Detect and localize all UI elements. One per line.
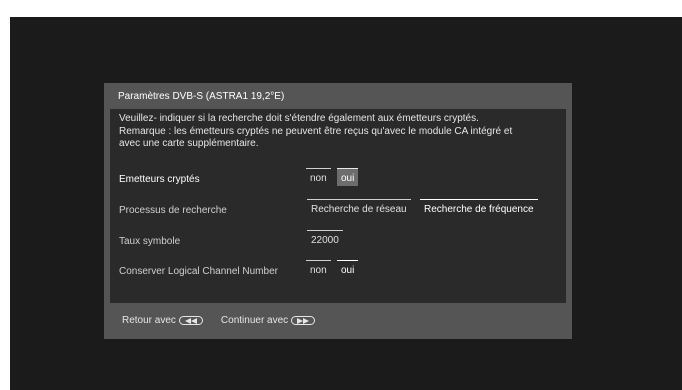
lcn-option-non[interactable]: non <box>306 260 331 278</box>
note-line: avec une carte supplémentaire. <box>119 138 259 149</box>
symbol-rate-label: Taux symbole <box>119 236 181 247</box>
symbol-rate-field[interactable]: 22000 <box>307 230 343 248</box>
lcn-option-oui[interactable]: oui <box>337 260 359 278</box>
lcn-label: Conserver Logical Channel Number <box>119 266 278 277</box>
search-process-label: Processus de recherche <box>119 205 227 216</box>
search-option-frequency[interactable]: Recherche de fréquence <box>420 199 538 217</box>
search-option-network[interactable]: Recherche de réseau <box>307 199 411 217</box>
encrypted-option-non[interactable]: non <box>306 168 331 186</box>
dvbs-settings-dialog: Paramètres DVB-S (ASTRA1 19,2°E) Veuille… <box>104 83 572 339</box>
note-line: Veuillez- indiquer si la recherche doit … <box>119 113 479 124</box>
encrypted-option-oui[interactable]: oui <box>337 168 359 186</box>
continue-label: Continuer avec <box>220 315 289 326</box>
fast-forward-button-icon[interactable] <box>291 316 316 325</box>
back-label: Retour avec <box>122 315 176 326</box>
dialog-content: Veuillez- indiquer si la recherche doit … <box>110 109 566 303</box>
dialog-footer: Retour avec Continuer avec <box>122 315 319 326</box>
encrypted-channels-label: Emetteurs cryptés <box>119 174 200 185</box>
rewind-button-icon[interactable] <box>178 316 203 325</box>
note-line: Remarque : les émetteurs cryptés ne peuv… <box>119 125 513 137</box>
dialog-title: Paramètres DVB-S (ASTRA1 19,2°E) <box>118 91 285 102</box>
info-note: Veuillez- indiquer si la recherche doit … <box>119 113 559 151</box>
